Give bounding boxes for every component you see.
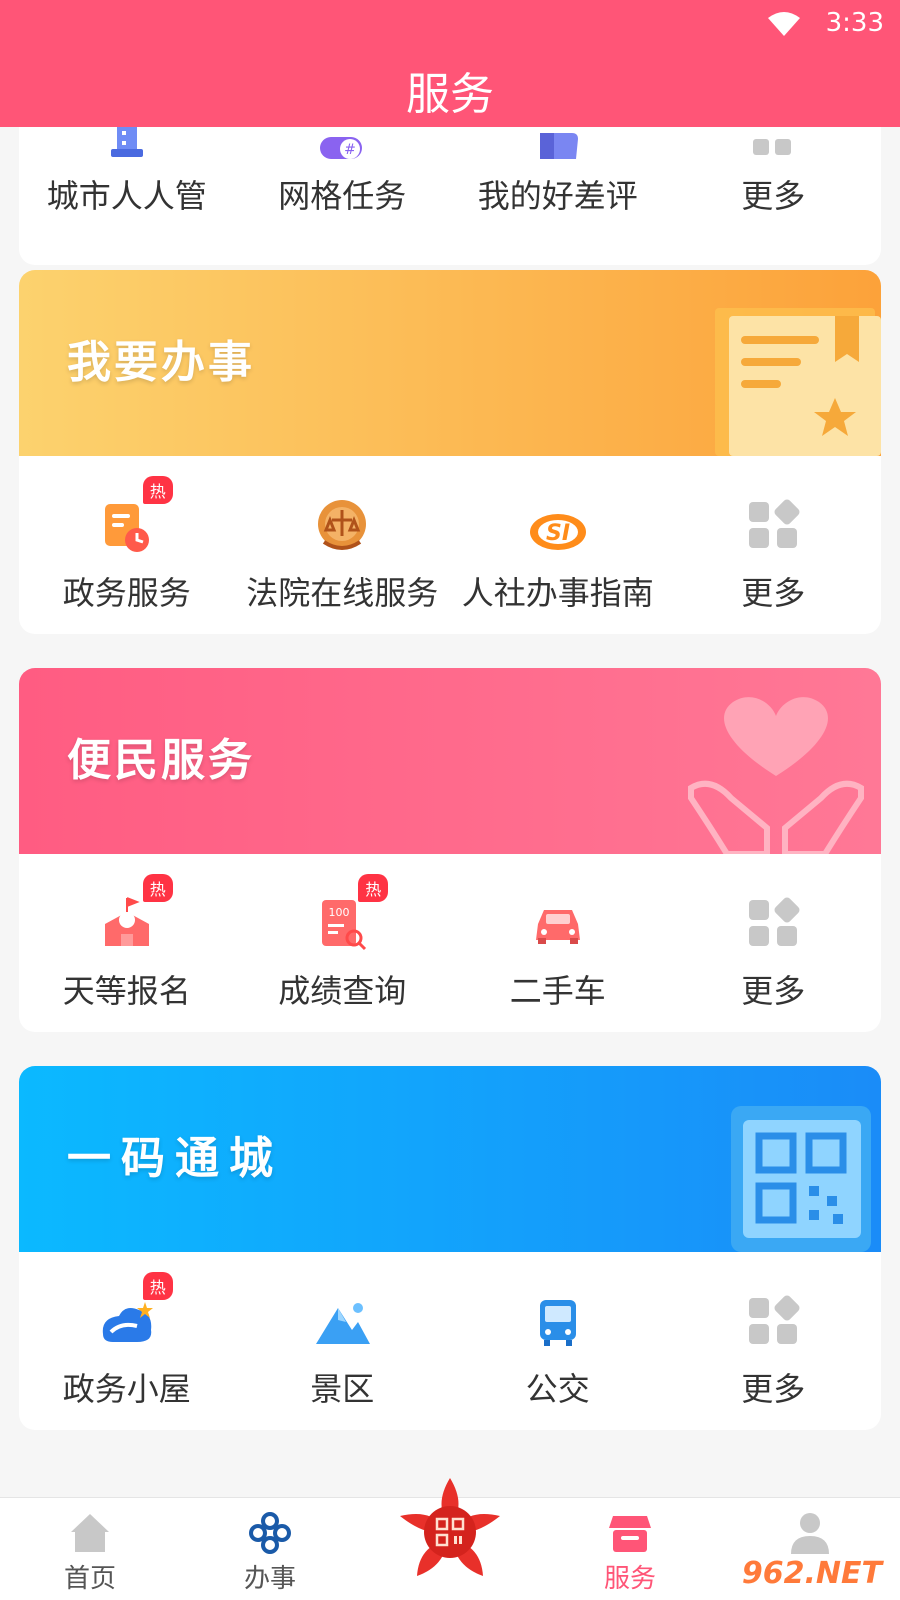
social-security-logo-icon: SI	[529, 514, 586, 550]
tab-label: 服务	[603, 1564, 656, 1594]
mountain-icon	[316, 1303, 371, 1344]
grid-item-gov-service[interactable]: 热 政务服务	[19, 456, 235, 634]
bus-icon	[539, 1300, 576, 1346]
tab-label: 办事	[243, 1564, 296, 1594]
grid-item-score-query[interactable]: 100 热 成绩查询	[235, 854, 451, 1032]
grid-item-court-online[interactable]: 法院在线服务	[235, 456, 451, 634]
grid-item-label: 政务服务	[62, 574, 191, 612]
more-grid-icon	[749, 1295, 800, 1344]
grid-item-my-review[interactable]: 我的好差评	[450, 127, 666, 265]
cloud-logo-icon	[102, 1302, 153, 1342]
section-card-affairs: 我要办事 热 政务服务 法院在线服务 SI 人社办事指南 更多	[19, 270, 881, 634]
grid-item-label: 更多	[741, 972, 806, 1010]
shop-icon	[609, 1516, 651, 1552]
scan-flower-button[interactable]	[395, 1476, 505, 1586]
knot-icon	[249, 1512, 291, 1554]
home-icon	[71, 1514, 109, 1552]
service-content[interactable]: 城市人人管 # 网格任务 我的好差评 更多 我要办事 热 政务服务 法院在线服务…	[0, 127, 900, 1497]
grid-item-label: 法院在线服务	[246, 574, 439, 612]
grid-item-label: 我的好差评	[477, 177, 638, 215]
tab-service[interactable]: 服务	[540, 1498, 720, 1600]
more-grid-icon	[749, 499, 800, 548]
tab-label: 首页	[63, 1564, 116, 1594]
grid-item-label: 城市人人管	[46, 177, 207, 215]
grid-item-grid-task[interactable]: # 网格任务	[235, 127, 451, 265]
school-icon	[104, 897, 149, 946]
car-icon	[535, 910, 580, 944]
grid-item-more[interactable]: 更多	[666, 854, 882, 1032]
hot-badge: 热	[142, 476, 173, 504]
grid-item-more[interactable]: 更多	[666, 1252, 882, 1430]
document-clock-icon	[104, 504, 149, 552]
hot-badge: 热	[142, 874, 173, 902]
user-icon	[791, 1513, 829, 1554]
grid-item-tiandeng-signup[interactable]: 热 天等报名	[19, 854, 235, 1032]
grid-item-label: 网格任务	[278, 177, 407, 215]
grid-item-city-manage[interactable]: 城市人人管	[19, 127, 235, 265]
grid-item-label: 二手车	[509, 972, 606, 1010]
svg-text:100: 100	[329, 906, 350, 919]
grid-item-label: 人社办事指南	[461, 574, 654, 612]
court-emblem-icon	[318, 500, 367, 550]
more-grid-icon	[749, 897, 800, 946]
grid-item-label: 成绩查询	[278, 972, 407, 1010]
grid-item-label: 公交	[525, 1370, 590, 1408]
svg-text:#: #	[344, 142, 356, 158]
tab-home[interactable]: 首页	[0, 1498, 180, 1600]
section-banner[interactable]: 我要办事	[19, 270, 881, 456]
section-title: 我要办事	[67, 337, 255, 388]
grid-item-bus[interactable]: 公交	[450, 1252, 666, 1430]
document-star-icon	[715, 308, 881, 456]
grid-item-label: 景区	[310, 1370, 375, 1408]
section-banner[interactable]: 便民服务	[19, 668, 881, 854]
heart-hands-icon	[688, 697, 864, 854]
section-title: 便民服务	[67, 735, 255, 786]
grid-item-label: 更多	[741, 177, 806, 215]
section-title: 一码通城	[67, 1133, 283, 1184]
grid-item-label: 更多	[741, 1370, 806, 1408]
grid-item-label: 天等报名	[62, 972, 191, 1010]
grid-item-label: 更多	[741, 574, 806, 612]
app-header: 3:33 服务	[0, 0, 900, 127]
section-card-city-code: 一码通城 热 政务小屋 景区 公交 更多	[19, 1066, 881, 1430]
hot-badge: 热	[358, 874, 389, 902]
hot-badge: 热	[142, 1272, 173, 1300]
grid-item-more[interactable]: 更多	[666, 127, 882, 265]
grid-item-used-car[interactable]: 二手车	[450, 854, 666, 1032]
grid-item-gov-cabin[interactable]: 热 政务小屋	[19, 1252, 235, 1430]
tab-affairs[interactable]: 办事	[180, 1498, 360, 1600]
status-time: 3:33	[825, 8, 884, 38]
wifi-icon	[768, 12, 800, 36]
section-card-convenience: 便民服务 热 天等报名 100 热 成绩查询 二手车 更多	[19, 668, 881, 1032]
grid-item-label: 政务小屋	[62, 1370, 191, 1408]
section-banner[interactable]: 一码通城	[19, 1066, 881, 1252]
grid-item-social-guide[interactable]: SI 人社办事指南	[450, 456, 666, 634]
grid-item-more[interactable]: 更多	[666, 456, 882, 634]
page-title: 服务	[406, 69, 494, 120]
score-report-icon: 100	[322, 900, 367, 951]
qr-code-icon	[731, 1106, 871, 1252]
grid-item-scenic[interactable]: 景区	[235, 1252, 451, 1430]
watermark: 962.NET	[741, 1556, 882, 1591]
svg-text:SI: SI	[546, 521, 570, 546]
top-service-card: 城市人人管 # 网格任务 我的好差评 更多	[19, 127, 881, 265]
